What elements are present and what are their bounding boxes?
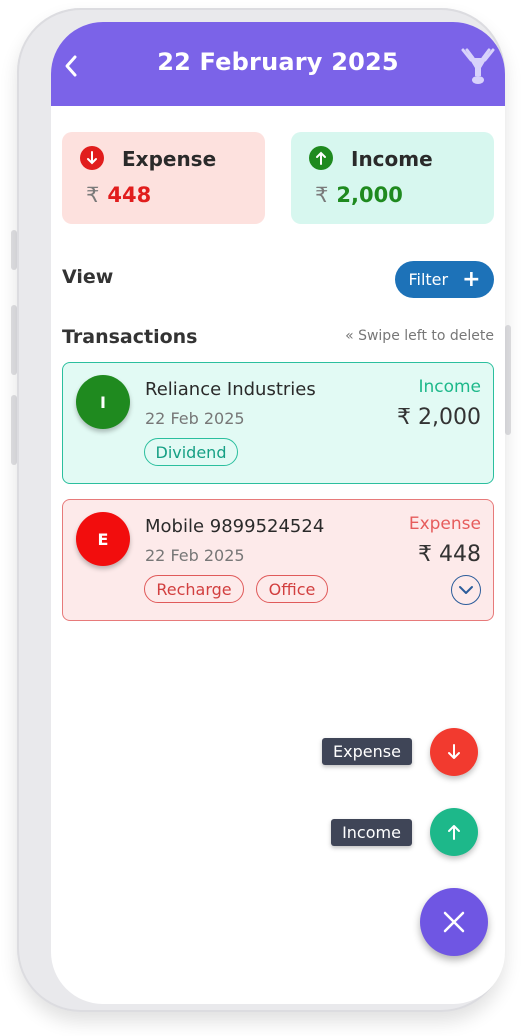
- up-arrow-icon: [448, 825, 460, 840]
- page-title: 22 February 2025: [157, 48, 399, 76]
- add-expense-button[interactable]: [430, 728, 478, 776]
- filter-button-label: Filter: [408, 270, 449, 289]
- transaction-date: 22 Feb 2025: [145, 546, 245, 565]
- transactions-heading: Transactions: [62, 326, 198, 348]
- transaction-tag[interactable]: Recharge: [144, 575, 244, 603]
- income-summary-amount: ₹2,000: [315, 183, 403, 207]
- filter-funnel-icon: [461, 48, 495, 84]
- transaction-card[interactable]: I Reliance Industries 22 Feb 2025 Income…: [62, 362, 494, 484]
- chevron-down-icon: [459, 586, 473, 594]
- expense-amount-value: 448: [107, 183, 152, 207]
- swipe-hint: « Swipe left to delete: [345, 328, 494, 344]
- view-label: View: [62, 266, 114, 288]
- expense-summary-card[interactable]: Expense ₹448: [62, 132, 265, 224]
- income-amount-value: 2,000: [336, 183, 403, 207]
- add-expense-label[interactable]: Expense: [322, 738, 412, 765]
- expense-summary-label: Expense: [122, 147, 217, 171]
- transaction-card[interactable]: E Mobile 9899524524 22 Feb 2025 Expense …: [62, 499, 494, 621]
- app-screen: 22 February 2025 Expense ₹448 Income ₹ 2…: [51, 22, 505, 1004]
- filter-funnel-button[interactable]: [461, 46, 495, 86]
- close-icon: [443, 911, 465, 933]
- income-summary-label: Income: [351, 147, 433, 171]
- transaction-tag[interactable]: Office: [256, 575, 328, 603]
- phone-frame: 22 February 2025 Expense ₹448 Income ₹ 2…: [17, 8, 505, 1012]
- income-up-arrow-icon: [309, 146, 333, 170]
- transaction-type: Income: [418, 377, 481, 397]
- plus-icon: +: [462, 266, 481, 292]
- app-header: 22 February 2025: [51, 22, 505, 106]
- transaction-tag[interactable]: Dividend: [144, 438, 238, 466]
- expense-summary-amount: ₹448: [86, 183, 151, 207]
- transaction-type: Expense: [408, 514, 481, 534]
- transaction-amount: ₹ 2,000: [397, 405, 481, 430]
- expand-button[interactable]: [451, 575, 481, 605]
- filter-button[interactable]: Filter +: [395, 261, 494, 298]
- income-summary-card[interactable]: Income ₹2,000: [291, 132, 494, 224]
- transaction-amount: ₹ 448: [418, 542, 481, 567]
- down-arrow-icon: [448, 744, 460, 759]
- avatar: I: [76, 375, 130, 429]
- transaction-name: Reliance Industries: [145, 379, 316, 400]
- close-fab-button[interactable]: [420, 888, 488, 956]
- transaction-name: Mobile 9899524524: [145, 516, 325, 537]
- phone-side-button: [505, 325, 511, 435]
- add-income-label[interactable]: Income: [331, 819, 412, 846]
- expense-down-arrow-icon: [80, 146, 104, 170]
- transaction-date: 22 Feb 2025: [145, 409, 245, 428]
- rupee-symbol: ₹: [315, 183, 329, 207]
- avatar: E: [76, 512, 130, 566]
- rupee-symbol: ₹: [86, 183, 100, 207]
- add-income-button[interactable]: [430, 808, 478, 856]
